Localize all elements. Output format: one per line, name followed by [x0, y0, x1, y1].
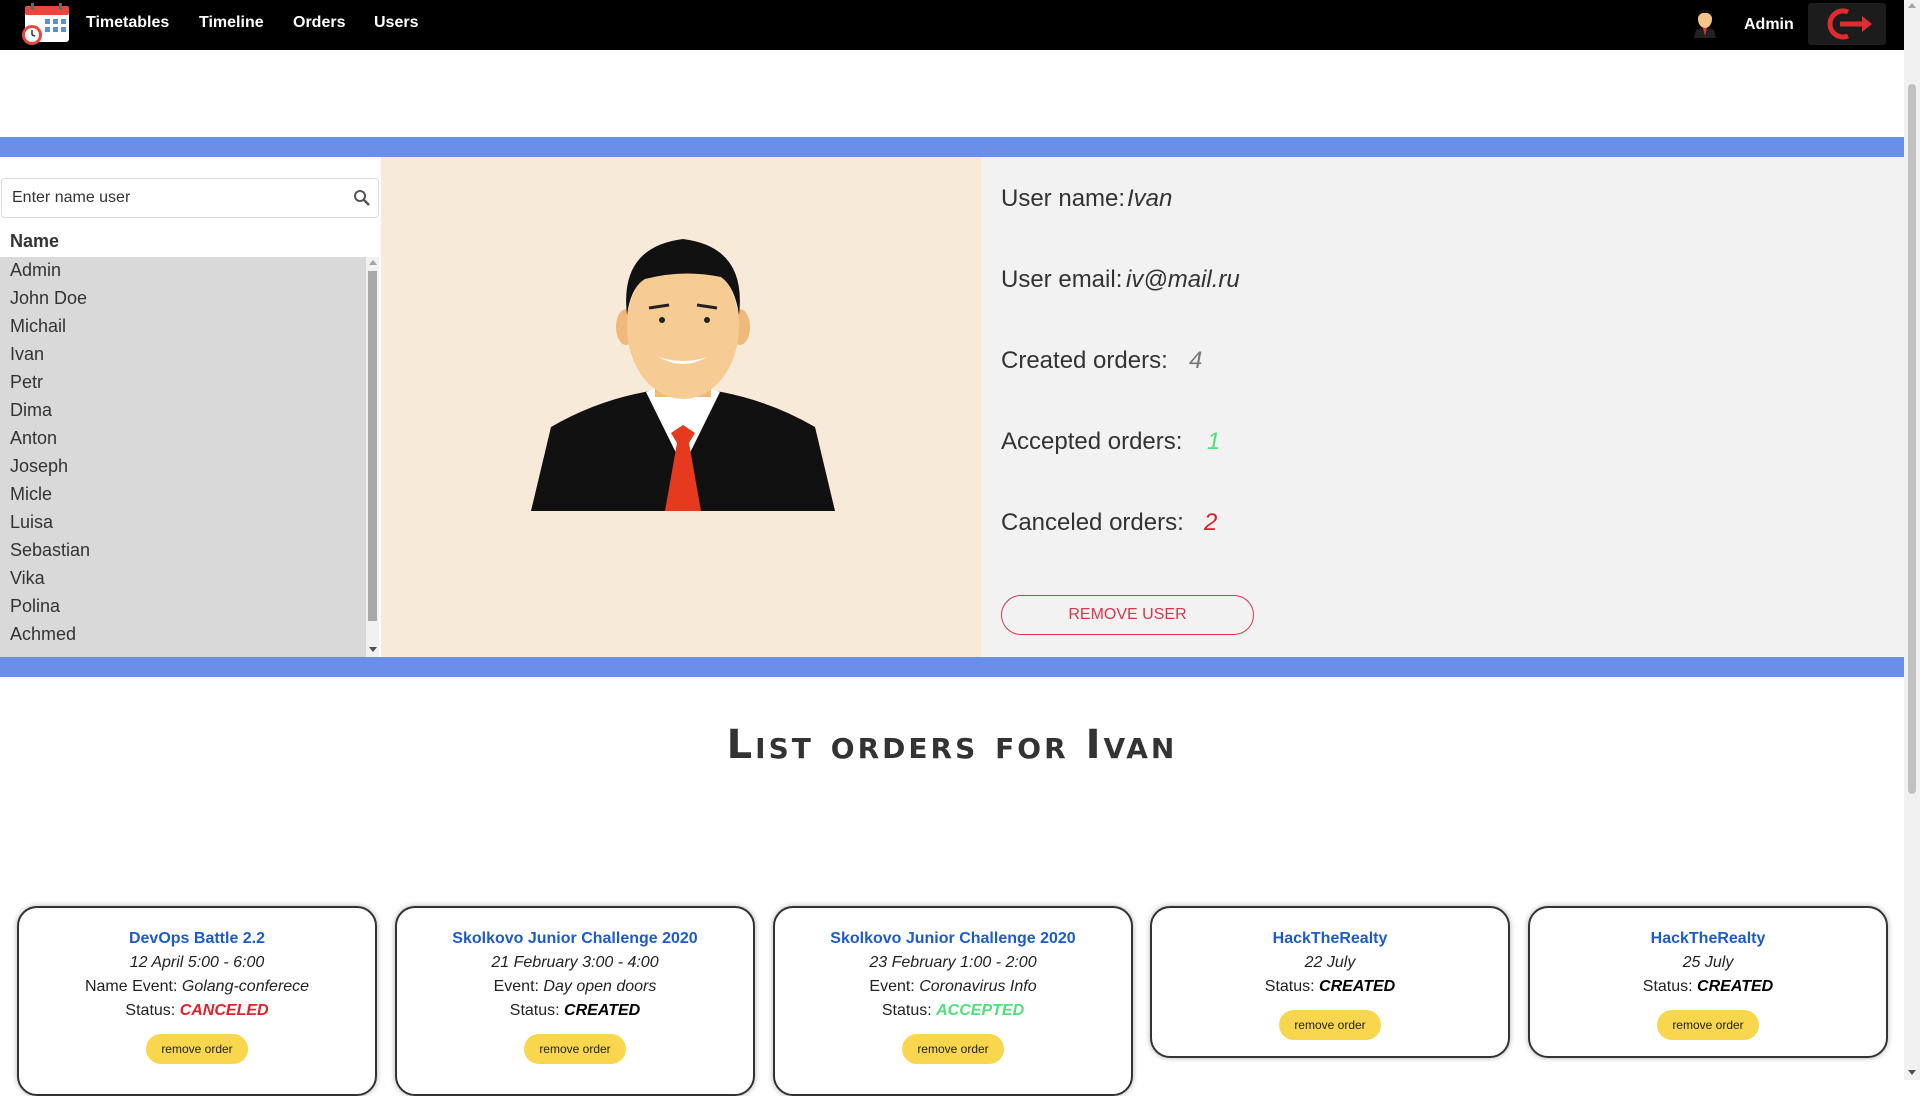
order-event-label: Event: [493, 978, 539, 995]
order-status-label: Status: [509, 1002, 560, 1019]
order-status-label: Status: [1642, 978, 1693, 995]
order-status-label: Status: [1264, 978, 1315, 995]
scroll-up-arrow-icon[interactable] [369, 260, 377, 265]
order-status: Status: ACCEPTED [775, 1002, 1131, 1020]
businessman-avatar-icon [531, 239, 835, 511]
user-row-achmed[interactable]: Achmed [10, 624, 76, 645]
order-date: 22 July [1304, 954, 1356, 971]
user-row-admin[interactable]: Admin [10, 260, 61, 281]
order-status-value: ACCEPTED [936, 1002, 1025, 1019]
user-row-dima[interactable]: Dima [10, 400, 52, 421]
remove-order-button[interactable]: remove order [524, 1034, 626, 1064]
order-status: Status: CREATED [1530, 978, 1886, 996]
search-input[interactable] [12, 187, 342, 209]
order-title[interactable]: Skolkovo Junior Challenge 2020 [397, 930, 753, 948]
top-navbar: Timetables Timeline Orders Users Admin [0, 0, 1904, 50]
user-avatar-panel [381, 157, 981, 657]
current-user-name[interactable]: Admin [1744, 16, 1794, 34]
order-event: Event: Day open doors [397, 978, 753, 996]
user-row-sebastian[interactable]: Sebastian [10, 540, 90, 561]
order-status-value: CREATED [1319, 978, 1396, 995]
canceled-orders-label: Canceled orders: [1001, 509, 1184, 536]
users-list-scroll-thumb[interactable] [368, 271, 377, 621]
order-status-label: Status: [125, 1002, 176, 1019]
order-card: Skolkovo Junior Challenge 2020 23 Februa… [773, 906, 1133, 1096]
order-event-value: Golang-conferece [181, 978, 310, 995]
search-icon[interactable] [353, 189, 371, 207]
nav-link-timetables[interactable]: Timetables [86, 14, 169, 32]
order-status: Status: CREATED [1152, 978, 1508, 996]
order-date: 12 April 5:00 - 6:00 [129, 954, 265, 971]
users-table-header: Name [10, 231, 60, 251]
order-event-value: Coronavirus Info [919, 978, 1037, 995]
order-status: Status: CREATED [397, 1002, 753, 1020]
order-date: 25 July [1682, 954, 1734, 971]
user-row-polina[interactable]: Polina [10, 596, 60, 617]
scroll-up-arrow-icon[interactable] [1908, 3, 1916, 8]
top-divider-bar [0, 137, 1904, 157]
search-box [1, 178, 379, 218]
created-orders-value: 4 [1189, 347, 1203, 374]
user-row-luisa[interactable]: Luisa [10, 512, 53, 533]
user-email-label: User email: [1001, 266, 1123, 293]
user-row-petr[interactable]: Petr [10, 372, 43, 393]
logout-arrow-icon [1827, 8, 1872, 40]
user-info-panel: User name: Ivan User email: iv@mail.ru C… [981, 157, 1904, 657]
created-orders-label: Created orders: [1001, 347, 1168, 374]
user-row-ivan[interactable]: Ivan [10, 344, 44, 365]
accepted-orders-value: 1 [1207, 428, 1221, 455]
remove-user-button[interactable]: REMOVE USER [1001, 595, 1254, 635]
order-status-value: CREATED [1697, 978, 1774, 995]
scroll-down-arrow-icon[interactable] [1908, 1070, 1916, 1075]
order-status-label: Status: [881, 1002, 932, 1019]
nav-link-timeline[interactable]: Timeline [199, 14, 264, 32]
users-panel: Name Admin John Doe Michail Ivan Petr Di… [0, 157, 381, 657]
page-scroll-thumb[interactable] [1908, 84, 1916, 794]
user-email-value: iv@mail.ru [1126, 266, 1240, 293]
logout-button[interactable] [1808, 3, 1886, 45]
user-name-value: Ivan [1127, 185, 1173, 212]
users-list: Admin John Doe Michail Ivan Petr Dima An… [0, 257, 366, 657]
page-scrollbar[interactable] [1904, 0, 1920, 1080]
remove-order-button[interactable]: remove order [146, 1034, 248, 1064]
accepted-orders-label: Accepted orders: [1001, 428, 1183, 455]
order-title[interactable]: Skolkovo Junior Challenge 2020 [775, 930, 1131, 948]
order-title[interactable]: HackTheRealty [1152, 930, 1508, 948]
order-event-label: Name Event: [84, 978, 178, 995]
order-event: Name Event: Golang-conferece [19, 978, 375, 996]
nav-link-orders[interactable]: Orders [293, 14, 345, 32]
user-row-michail[interactable]: Michail [10, 316, 66, 337]
user-name-label: User name: [1001, 185, 1126, 212]
user-row-micle[interactable]: Micle [10, 484, 52, 505]
order-date: 21 February 3:00 - 4:00 [491, 954, 659, 971]
order-title[interactable]: DevOps Battle 2.2 [19, 930, 375, 948]
order-status-value: CREATED [564, 1002, 641, 1019]
order-date: 23 February 1:00 - 2:00 [869, 954, 1037, 971]
order-title[interactable]: HackTheRealty [1530, 930, 1886, 948]
order-card: HackTheRealty 22 July Status: CREATED re… [1150, 906, 1510, 1058]
remove-order-button[interactable]: remove order [902, 1034, 1004, 1064]
remove-order-button[interactable]: remove order [1657, 1010, 1759, 1040]
user-row-john-doe[interactable]: John Doe [10, 288, 87, 309]
order-card: HackTheRealty 25 July Status: CREATED re… [1528, 906, 1888, 1058]
calendar-clock-icon[interactable] [19, 2, 71, 46]
remove-order-button[interactable]: remove order [1279, 1010, 1381, 1040]
order-card: DevOps Battle 2.2 12 April 5:00 - 6:00 N… [17, 906, 377, 1096]
user-row-joseph[interactable]: Joseph [10, 456, 68, 477]
order-status: Status: CANCELED [19, 1002, 375, 1020]
scroll-down-arrow-icon[interactable] [369, 647, 377, 652]
order-event: Event: Coronavirus Info [775, 978, 1131, 996]
user-row-vika[interactable]: Vika [10, 568, 45, 589]
orders-section-title: List orders for Ivan [726, 722, 1178, 768]
bottom-divider-bar [0, 657, 1904, 677]
order-status-value: CANCELED [179, 1002, 269, 1019]
order-card: Skolkovo Junior Challenge 2020 21 Februa… [395, 906, 755, 1096]
user-avatar-icon[interactable] [1692, 6, 1718, 38]
users-list-scrollbar[interactable] [366, 257, 379, 657]
order-event-label: Event: [869, 978, 915, 995]
canceled-orders-value: 2 [1204, 509, 1218, 536]
user-row-anton[interactable]: Anton [10, 428, 57, 449]
nav-link-users[interactable]: Users [374, 14, 418, 32]
order-event-value: Day open doors [543, 978, 657, 995]
